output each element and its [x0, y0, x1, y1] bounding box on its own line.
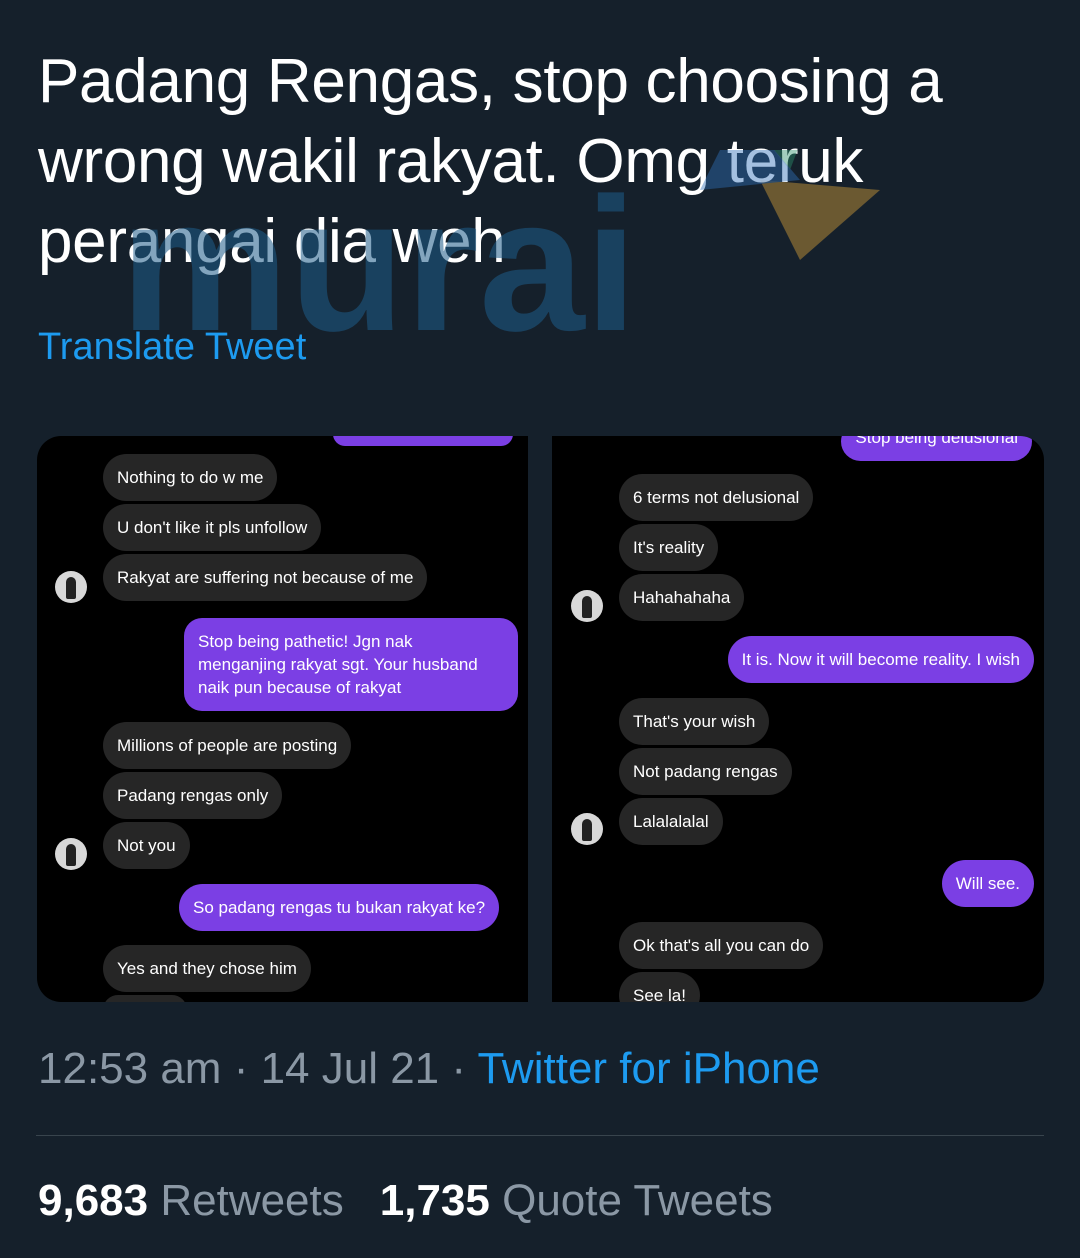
message-bubble-cropped — [103, 995, 187, 1002]
message-bubble: Will see. — [941, 860, 1034, 907]
message-bubble: That's your wish — [619, 698, 770, 745]
quote-tweets-link[interactable]: 1,735 Quote Tweets — [380, 1176, 773, 1225]
tweet-time[interactable]: 12:53 am — [38, 1044, 221, 1093]
screenshot-right: Stop being delusional 6 terms not delusi… — [552, 436, 1044, 1002]
message-bubble: Stop being pathetic! Jgn nak menganjing … — [184, 618, 518, 711]
meta-separator: · — [221, 1044, 261, 1093]
message-bubble: Rakyat are suffering not because of me — [103, 554, 428, 601]
message-bubble: Padang rengas only — [103, 772, 283, 819]
retweets-label: Retweets — [160, 1176, 344, 1225]
screenshot-left: Nothing to do w me U don't like it pls u… — [37, 436, 528, 1002]
message-bubble: Lalalalalal — [619, 798, 723, 845]
message-bubble: So padang rengas tu bukan rakyat ke? — [179, 884, 500, 931]
avatar — [571, 590, 603, 622]
retweets-count: 9,683 — [38, 1176, 149, 1225]
message-bubble-cropped — [333, 436, 513, 446]
avatar — [55, 571, 87, 603]
tweet-text: Padang Rengas, stop choosing a wrong wak… — [38, 47, 943, 276]
message-bubble: Stop being delusional — [841, 436, 1032, 461]
quote-tweets-count: 1,735 — [379, 1176, 490, 1225]
message-bubble: It's reality — [619, 524, 719, 571]
message-bubble: Not padang rengas — [619, 748, 792, 795]
avatar — [571, 813, 603, 845]
message-bubble: U don't like it pls unfollow — [103, 504, 322, 551]
message-bubble: Not you — [103, 822, 190, 869]
message-bubble: See la! — [619, 972, 700, 1002]
message-bubble: Ok that's all you can do — [619, 922, 824, 969]
divider — [36, 1135, 1044, 1136]
message-bubble: Nothing to do w me — [103, 454, 278, 501]
message-bubble: Millions of people are posting — [103, 722, 352, 769]
message-bubble: Yes and they chose him — [103, 945, 311, 992]
retweets-link[interactable]: 9,683 Retweets — [38, 1176, 344, 1225]
tweet-source-link[interactable]: Twitter for iPhone — [477, 1044, 819, 1093]
avatar — [55, 838, 87, 870]
meta-separator: · — [439, 1044, 478, 1093]
tweet-stats: 9,683 Retweets 1,735 Quote Tweets — [38, 1176, 773, 1226]
translate-tweet-link[interactable]: Translate Tweet — [38, 326, 306, 369]
message-bubble: Hahahahaha — [619, 574, 745, 621]
message-bubble: It is. Now it will become reality. I wis… — [727, 636, 1034, 683]
message-bubble: 6 terms not delusional — [619, 474, 814, 521]
tweet-meta: 12:53 am · 14 Jul 21 · Twitter for iPhon… — [38, 1044, 820, 1094]
tweet-date[interactable]: 14 Jul 21 — [261, 1044, 440, 1093]
quote-tweets-label: Quote Tweets — [502, 1176, 773, 1225]
